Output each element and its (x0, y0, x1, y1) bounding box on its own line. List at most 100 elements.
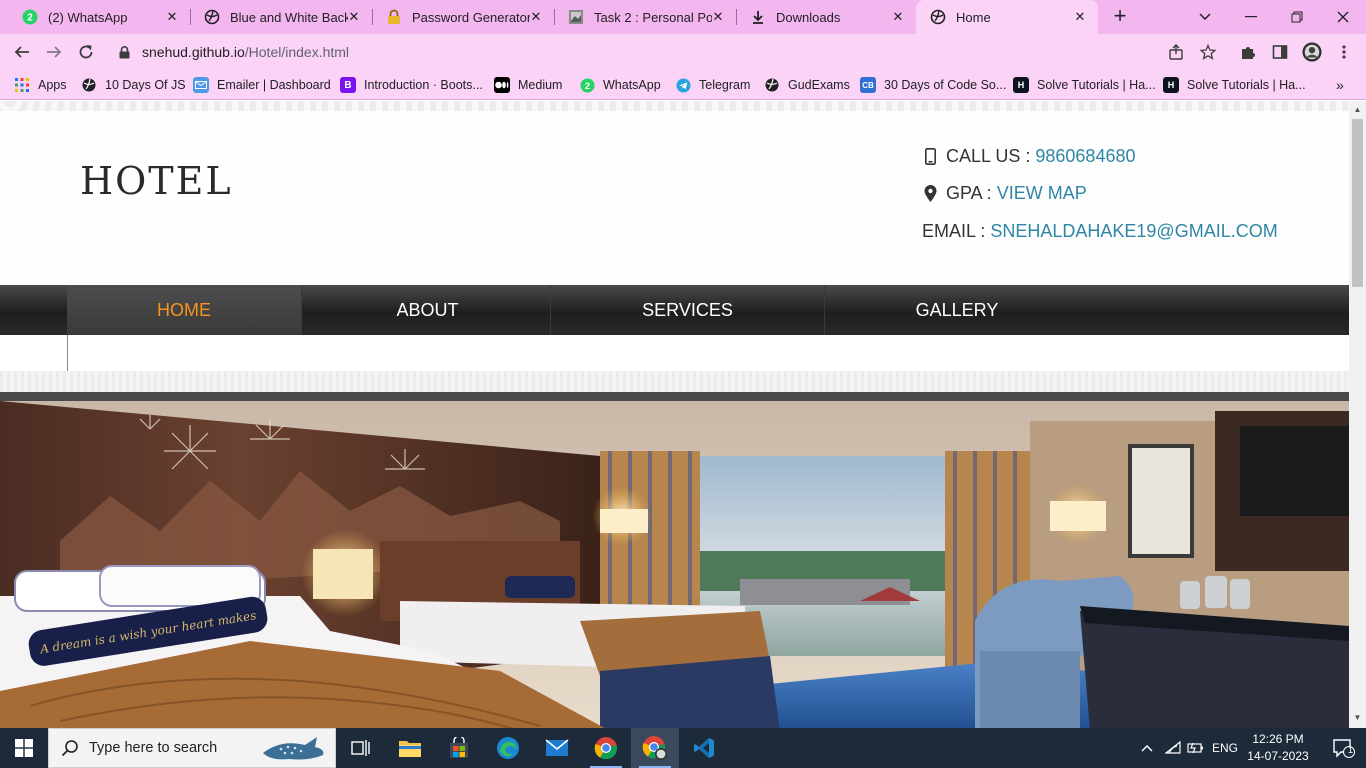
bookmark-telegram[interactable]: Telegram (675, 75, 750, 95)
tab-password-generator[interactable]: Password Generator ✕ (372, 0, 554, 34)
more-menu-icon[interactable] (1334, 42, 1354, 62)
bookmark-star-icon[interactable] (1198, 42, 1218, 62)
bookmark-label: 30 Days of Code So... (884, 78, 1007, 92)
language-indicator[interactable]: ENG (1211, 728, 1239, 768)
windows-taskbar: Type here to search ENG 12:26 PM 14-07-2… (0, 728, 1366, 768)
bookmark-label: Introduction · Boots... (364, 78, 483, 92)
nav-gallery[interactable]: GALLERY (825, 285, 1089, 335)
close-icon[interactable]: ✕ (710, 9, 726, 25)
decorative-dark-strip (0, 392, 1349, 401)
nav-home[interactable]: HOME (67, 285, 302, 335)
url-host: snehud.github.io (142, 44, 245, 60)
view-map-link[interactable]: VIEW MAP (997, 183, 1087, 204)
bookmark-solve-tutorials-1[interactable]: H Solve Tutorials | Ha... (1013, 75, 1156, 95)
mail-icon[interactable] (533, 728, 581, 768)
wifi-icon[interactable] (1162, 728, 1184, 768)
site-header: HOTEL CALL US : 9860684680 GPA : VIEW MA… (0, 111, 1349, 285)
show-hidden-icons-chevron-icon[interactable] (1138, 728, 1156, 768)
site-logo[interactable]: HOTEL (80, 159, 233, 203)
bookmark-emailer-dashboard[interactable]: Emailer | Dashboard (193, 75, 331, 95)
tab-whatsapp[interactable]: 2 (2) WhatsApp ✕ (8, 0, 190, 34)
forward-arrow-icon[interactable] (40, 38, 68, 66)
extensions-puzzle-icon[interactable] (1238, 42, 1258, 62)
microsoft-store-icon[interactable] (435, 728, 483, 768)
new-tab-button[interactable]: + (1108, 5, 1132, 29)
edge-browser-icon[interactable] (484, 728, 532, 768)
medium-icon (494, 77, 510, 93)
download-icon (750, 9, 766, 25)
tab-blue-and-white[interactable]: Blue and White Backg ✕ (190, 0, 372, 34)
globe-icon (81, 77, 97, 93)
scroll-thumb[interactable] (1352, 119, 1363, 287)
bookmark-medium[interactable]: Medium (494, 75, 562, 95)
contact-email: EMAIL : SNEHALDAHAKE19@GMAIL.COM (922, 221, 1278, 242)
nav-about[interactable]: ABOUT (305, 285, 551, 335)
bookmark-solve-tutorials-2[interactable]: H Solve Tutorials | Ha... (1163, 75, 1306, 95)
scroll-down-arrow-icon[interactable]: ▼ (1349, 713, 1366, 723)
chrome-icon[interactable] (582, 728, 630, 768)
task-view-icon[interactable] (337, 728, 385, 768)
bookmark-gudexams[interactable]: GudExams (764, 75, 850, 95)
hotel-room-illustration: A dream is a wish your heart makes (0, 401, 1349, 728)
scroll-up-arrow-icon[interactable]: ▲ (1349, 105, 1366, 115)
page-scrollbar[interactable]: ▲ ▼ (1349, 101, 1366, 728)
hero-hotel-room-image: A dream is a wish your heart makes (0, 401, 1349, 728)
profile-avatar[interactable] (1302, 42, 1322, 62)
hackerrank-icon: H (1013, 77, 1029, 93)
close-icon[interactable]: ✕ (890, 9, 906, 25)
side-panel-icon[interactable] (1270, 42, 1290, 62)
contact-gpa: GPA : VIEW MAP (922, 183, 1087, 204)
vscode-icon[interactable] (680, 728, 728, 768)
tab-title: Home (956, 9, 991, 25)
email-label: EMAIL : (922, 221, 986, 241)
bookmark-apps[interactable]: Apps (14, 75, 67, 95)
url-path: /Hotel/index.html (244, 44, 350, 60)
address-bar[interactable]: snehud.github.io/Hotel/index.html (108, 37, 1228, 67)
phone-number-link[interactable]: 9860684680 (1035, 146, 1135, 167)
taskbar-search-input[interactable]: Type here to search (48, 728, 336, 768)
gpa-label: GPA : (946, 183, 992, 203)
close-window-icon[interactable] (1320, 0, 1366, 34)
bookmark-whatsapp[interactable]: 2 WhatsApp (579, 75, 661, 95)
tab-downloads[interactable]: Downloads ✕ (736, 0, 916, 34)
bookmark-10-days-of-js[interactable]: 10 Days Of JS (81, 75, 186, 95)
nav-services[interactable]: SERVICES (551, 285, 825, 335)
minimize-icon[interactable] (1228, 0, 1274, 34)
bookmark-label: Telegram (699, 78, 751, 92)
clock-time: 12:26 PM (1252, 732, 1304, 746)
bookmark-label: Solve Tutorials | Ha... (1037, 78, 1156, 92)
tab-task-2-personal-portfolio[interactable]: Task 2 : Personal Portf ✕ (554, 0, 736, 34)
close-icon[interactable]: ✕ (164, 9, 180, 25)
close-icon[interactable]: ✕ (528, 9, 544, 25)
bookmark-label: Medium (518, 78, 563, 92)
close-icon[interactable]: ✕ (1072, 9, 1088, 25)
nav-contact[interactable]: CONTACT (157, 345, 243, 366)
whatsapp-icon: 2 (579, 77, 595, 93)
back-arrow-icon[interactable] (8, 38, 36, 66)
restore-icon[interactable] (1274, 0, 1320, 34)
whale-shark-search-highlight-icon (263, 737, 324, 760)
clock-date: 14-07-2023 (1247, 749, 1309, 763)
lock-icon[interactable] (118, 45, 130, 59)
windows-start-icon[interactable] (0, 728, 48, 768)
battery-plug-icon[interactable] (1185, 728, 1207, 768)
reload-icon[interactable] (72, 38, 100, 66)
contact-call: CALL US : 9860684680 (922, 146, 1135, 167)
system-clock[interactable]: 12:26 PM 14-07-2023 (1240, 731, 1316, 765)
bookmark-introduction-bootstrap[interactable]: B Introduction · Boots... (340, 75, 483, 95)
decorative-texture-band (0, 371, 1349, 393)
chrome-profile-icon[interactable] (631, 728, 679, 768)
close-icon[interactable]: ✕ (346, 9, 362, 25)
svg-text:2: 2 (584, 80, 589, 90)
tab-home[interactable]: Home ✕ (916, 0, 1098, 34)
emailer-icon (193, 77, 209, 93)
email-link[interactable]: SNEHALDAHAKE19@GMAIL.COM (990, 221, 1277, 242)
mobile-phone-icon (922, 148, 938, 166)
notification-center-icon[interactable]: 1 (1322, 728, 1366, 768)
file-explorer-icon[interactable] (386, 728, 434, 768)
more-bookmarks-chevron-icon[interactable]: » (1336, 75, 1344, 95)
bookmark-30-days-of-code[interactable]: CB 30 Days of Code So... (860, 75, 1006, 95)
tab-search-chevron-icon[interactable] (1182, 0, 1228, 34)
share-icon[interactable] (1166, 42, 1186, 62)
notification-count-badge: 1 (1348, 745, 1354, 755)
